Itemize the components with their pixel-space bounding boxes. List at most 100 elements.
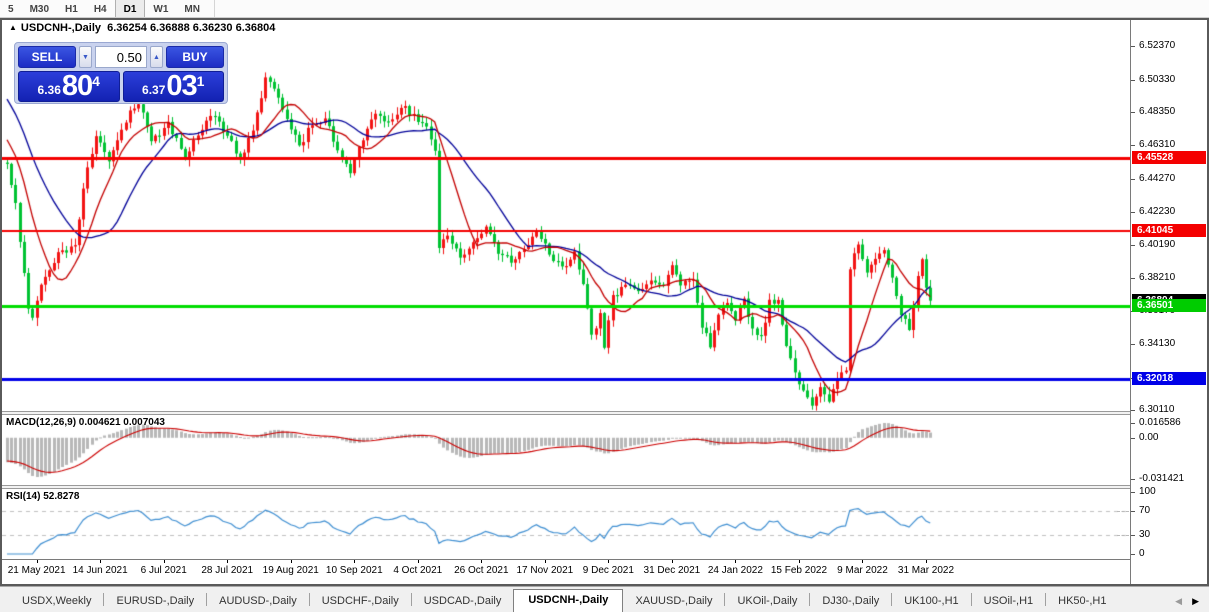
date-tick-mark xyxy=(481,560,482,563)
macd-panel: MACD(12,26,9) 0.004621 0.007043 xyxy=(2,415,1130,485)
chart-tab-uk100h1[interactable]: UK100-,H1 xyxy=(892,591,970,612)
chart-tab-ukoildaily[interactable]: UKOil-,Daily xyxy=(725,591,809,612)
price-tick-label: 6.46310 xyxy=(1131,139,1207,151)
price-tick-label: 6.44270 xyxy=(1131,173,1207,185)
price-axis: 6.36804 6.45528 6.41045 6.36501 6.32018 … xyxy=(1130,20,1207,584)
rsi-chart-canvas[interactable] xyxy=(2,489,1130,559)
price-tick-label: 6.34130 xyxy=(1131,338,1207,350)
date-tick-mark xyxy=(291,560,292,563)
chart-tab-xauusddaily[interactable]: XAUUSD-,Daily xyxy=(623,591,724,612)
tabs-scroll-right-icon[interactable]: ▶ xyxy=(1192,596,1199,607)
chart-tab-usdchfdaily[interactable]: USDCHF-,Daily xyxy=(310,591,411,612)
timeframe-button-mn[interactable]: MN xyxy=(176,0,208,17)
collapse-triangle-icon[interactable]: ▲ xyxy=(9,23,17,32)
date-label: 14 Jun 2021 xyxy=(73,565,128,576)
volume-increase-button[interactable]: ▲ xyxy=(150,46,163,68)
date-label: 19 Aug 2021 xyxy=(263,565,319,576)
price-tick-label: 6.52370 xyxy=(1131,40,1207,52)
date-tick-mark xyxy=(545,560,546,563)
date-tick-mark xyxy=(418,560,419,563)
chart-tab-usoilh1[interactable]: USOil-,H1 xyxy=(972,591,1046,612)
sell-price-quote[interactable]: 6.36 80 4 xyxy=(18,71,120,102)
date-tick-mark xyxy=(926,560,927,563)
timeframe-button-5[interactable]: 5 xyxy=(0,0,22,17)
date-label: 21 May 2021 xyxy=(8,565,66,576)
price-tick-label: 6.30110 xyxy=(1131,404,1207,416)
chart-symbol-label: USDCNH-,Daily xyxy=(21,22,101,34)
main-chart-panel: ▲ USDCNH-,Daily 6.36254 6.36888 6.36230 6… xyxy=(2,20,1130,411)
buy-price-prefix: 6.37 xyxy=(142,83,165,97)
date-tick-mark xyxy=(100,560,101,563)
macd-axis-min: -0.031421 xyxy=(1131,473,1207,485)
buy-button[interactable]: BUY xyxy=(166,46,224,68)
price-tick-label: 6.40190 xyxy=(1131,239,1207,251)
date-tick-mark xyxy=(227,560,228,563)
chart-window: ▲ USDCNH-,Daily 6.36254 6.36888 6.36230 6… xyxy=(0,18,1209,586)
rsi-tick-label: 30 xyxy=(1131,529,1207,541)
price-tick-label: 6.42230 xyxy=(1131,206,1207,218)
sell-price-big-digits: 80 xyxy=(62,73,92,100)
date-label: 31 Mar 2022 xyxy=(898,565,954,576)
date-label: 6 Jul 2021 xyxy=(141,565,187,576)
buy-price-pip-digit: 1 xyxy=(197,73,205,89)
timeframe-toolbar: 5M30H1H4D1W1MN xyxy=(0,0,1209,18)
timeframe-button-h4[interactable]: H4 xyxy=(86,0,115,17)
date-axis: 21 May 2021 14 Jun 2021 6 Jul 2021 28 Jul 2… xyxy=(2,559,1130,584)
macd-chart-canvas[interactable] xyxy=(2,415,1130,485)
date-label: 15 Feb 2022 xyxy=(771,565,827,576)
date-label: 26 Oct 2021 xyxy=(454,565,508,576)
rsi-tick-label: 70 xyxy=(1131,505,1207,517)
support-level-badge: 6.36501 xyxy=(1132,299,1206,312)
date-tick-mark xyxy=(862,560,863,563)
resistance-level-badge: 6.41045 xyxy=(1132,224,1206,237)
date-tick-mark xyxy=(799,560,800,563)
price-tick-label: 6.48350 xyxy=(1131,106,1207,118)
timeframe-button-m30[interactable]: M30 xyxy=(22,0,57,17)
date-tick-mark xyxy=(164,560,165,563)
date-tick-mark xyxy=(37,560,38,563)
macd-label: MACD(12,26,9) 0.004621 0.007043 xyxy=(6,417,165,428)
date-label: 28 Jul 2021 xyxy=(201,565,253,576)
one-click-trade-panel: SELL ▼ ▲ BUY 6.36 80 4 xyxy=(14,42,228,104)
tabs-scroll-left-icon[interactable]: ◀ xyxy=(1175,596,1182,607)
chart-tab-usdcaddaily[interactable]: USDCAD-,Daily xyxy=(412,591,514,612)
date-label: 9 Mar 2022 xyxy=(837,565,888,576)
timeframe-button-h1[interactable]: H1 xyxy=(57,0,86,17)
sell-button[interactable]: SELL xyxy=(18,46,76,68)
chart-tab-usdxweekly[interactable]: USDX,Weekly xyxy=(10,591,103,612)
chart-tab-hk50h1[interactable]: HK50-,H1 xyxy=(1046,591,1118,612)
volume-input[interactable] xyxy=(95,46,147,68)
date-tick-mark xyxy=(672,560,673,563)
price-tick-label: 6.50330 xyxy=(1131,74,1207,86)
buy-price-big-digits: 03 xyxy=(166,73,196,100)
timeframe-button-w1[interactable]: W1 xyxy=(145,0,176,17)
toolbar-divider xyxy=(214,0,215,17)
date-tick-mark xyxy=(354,560,355,563)
macd-axis-max: 0.016586 xyxy=(1131,417,1207,429)
chart-ohlc-values: 6.36254 6.36888 6.36230 6.36804 xyxy=(107,22,275,34)
date-tick-mark xyxy=(735,560,736,563)
chart-tab-usdcnhdaily[interactable]: USDCNH-,Daily xyxy=(513,589,623,612)
chart-tab-bar: USDX,WeeklyEURUSD-,DailyAUDUSD-,DailyUSD… xyxy=(0,586,1209,612)
macd-axis-zero: 0.00 xyxy=(1131,432,1207,444)
date-label: 24 Jan 2022 xyxy=(708,565,763,576)
date-label: 10 Sep 2021 xyxy=(326,565,383,576)
chart-tab-dj30daily[interactable]: DJ30-,Daily xyxy=(810,591,891,612)
support-level-badge: 6.32018 xyxy=(1132,372,1206,385)
date-label: 17 Nov 2021 xyxy=(516,565,573,576)
date-label: 4 Oct 2021 xyxy=(393,565,442,576)
date-label: 9 Dec 2021 xyxy=(583,565,634,576)
price-tick-label: 6.38210 xyxy=(1131,272,1207,284)
rsi-tick-label: 0 xyxy=(1131,548,1207,560)
volume-decrease-button[interactable]: ▼ xyxy=(79,46,92,68)
date-label: 31 Dec 2021 xyxy=(644,565,701,576)
timeframe-button-d1[interactable]: D1 xyxy=(115,0,146,17)
buy-price-quote[interactable]: 6.37 03 1 xyxy=(123,71,225,102)
resistance-level-badge: 6.45528 xyxy=(1132,151,1206,164)
sell-price-prefix: 6.36 xyxy=(38,83,61,97)
plot-column: ▲ USDCNH-,Daily 6.36254 6.36888 6.36230 6… xyxy=(2,20,1130,584)
chart-tab-audusddaily[interactable]: AUDUSD-,Daily xyxy=(207,591,309,612)
chart-tab-eurusddaily[interactable]: EURUSD-,Daily xyxy=(104,591,206,612)
sell-price-pip-digit: 4 xyxy=(92,73,100,89)
rsi-tick-label: 100 xyxy=(1131,486,1207,498)
